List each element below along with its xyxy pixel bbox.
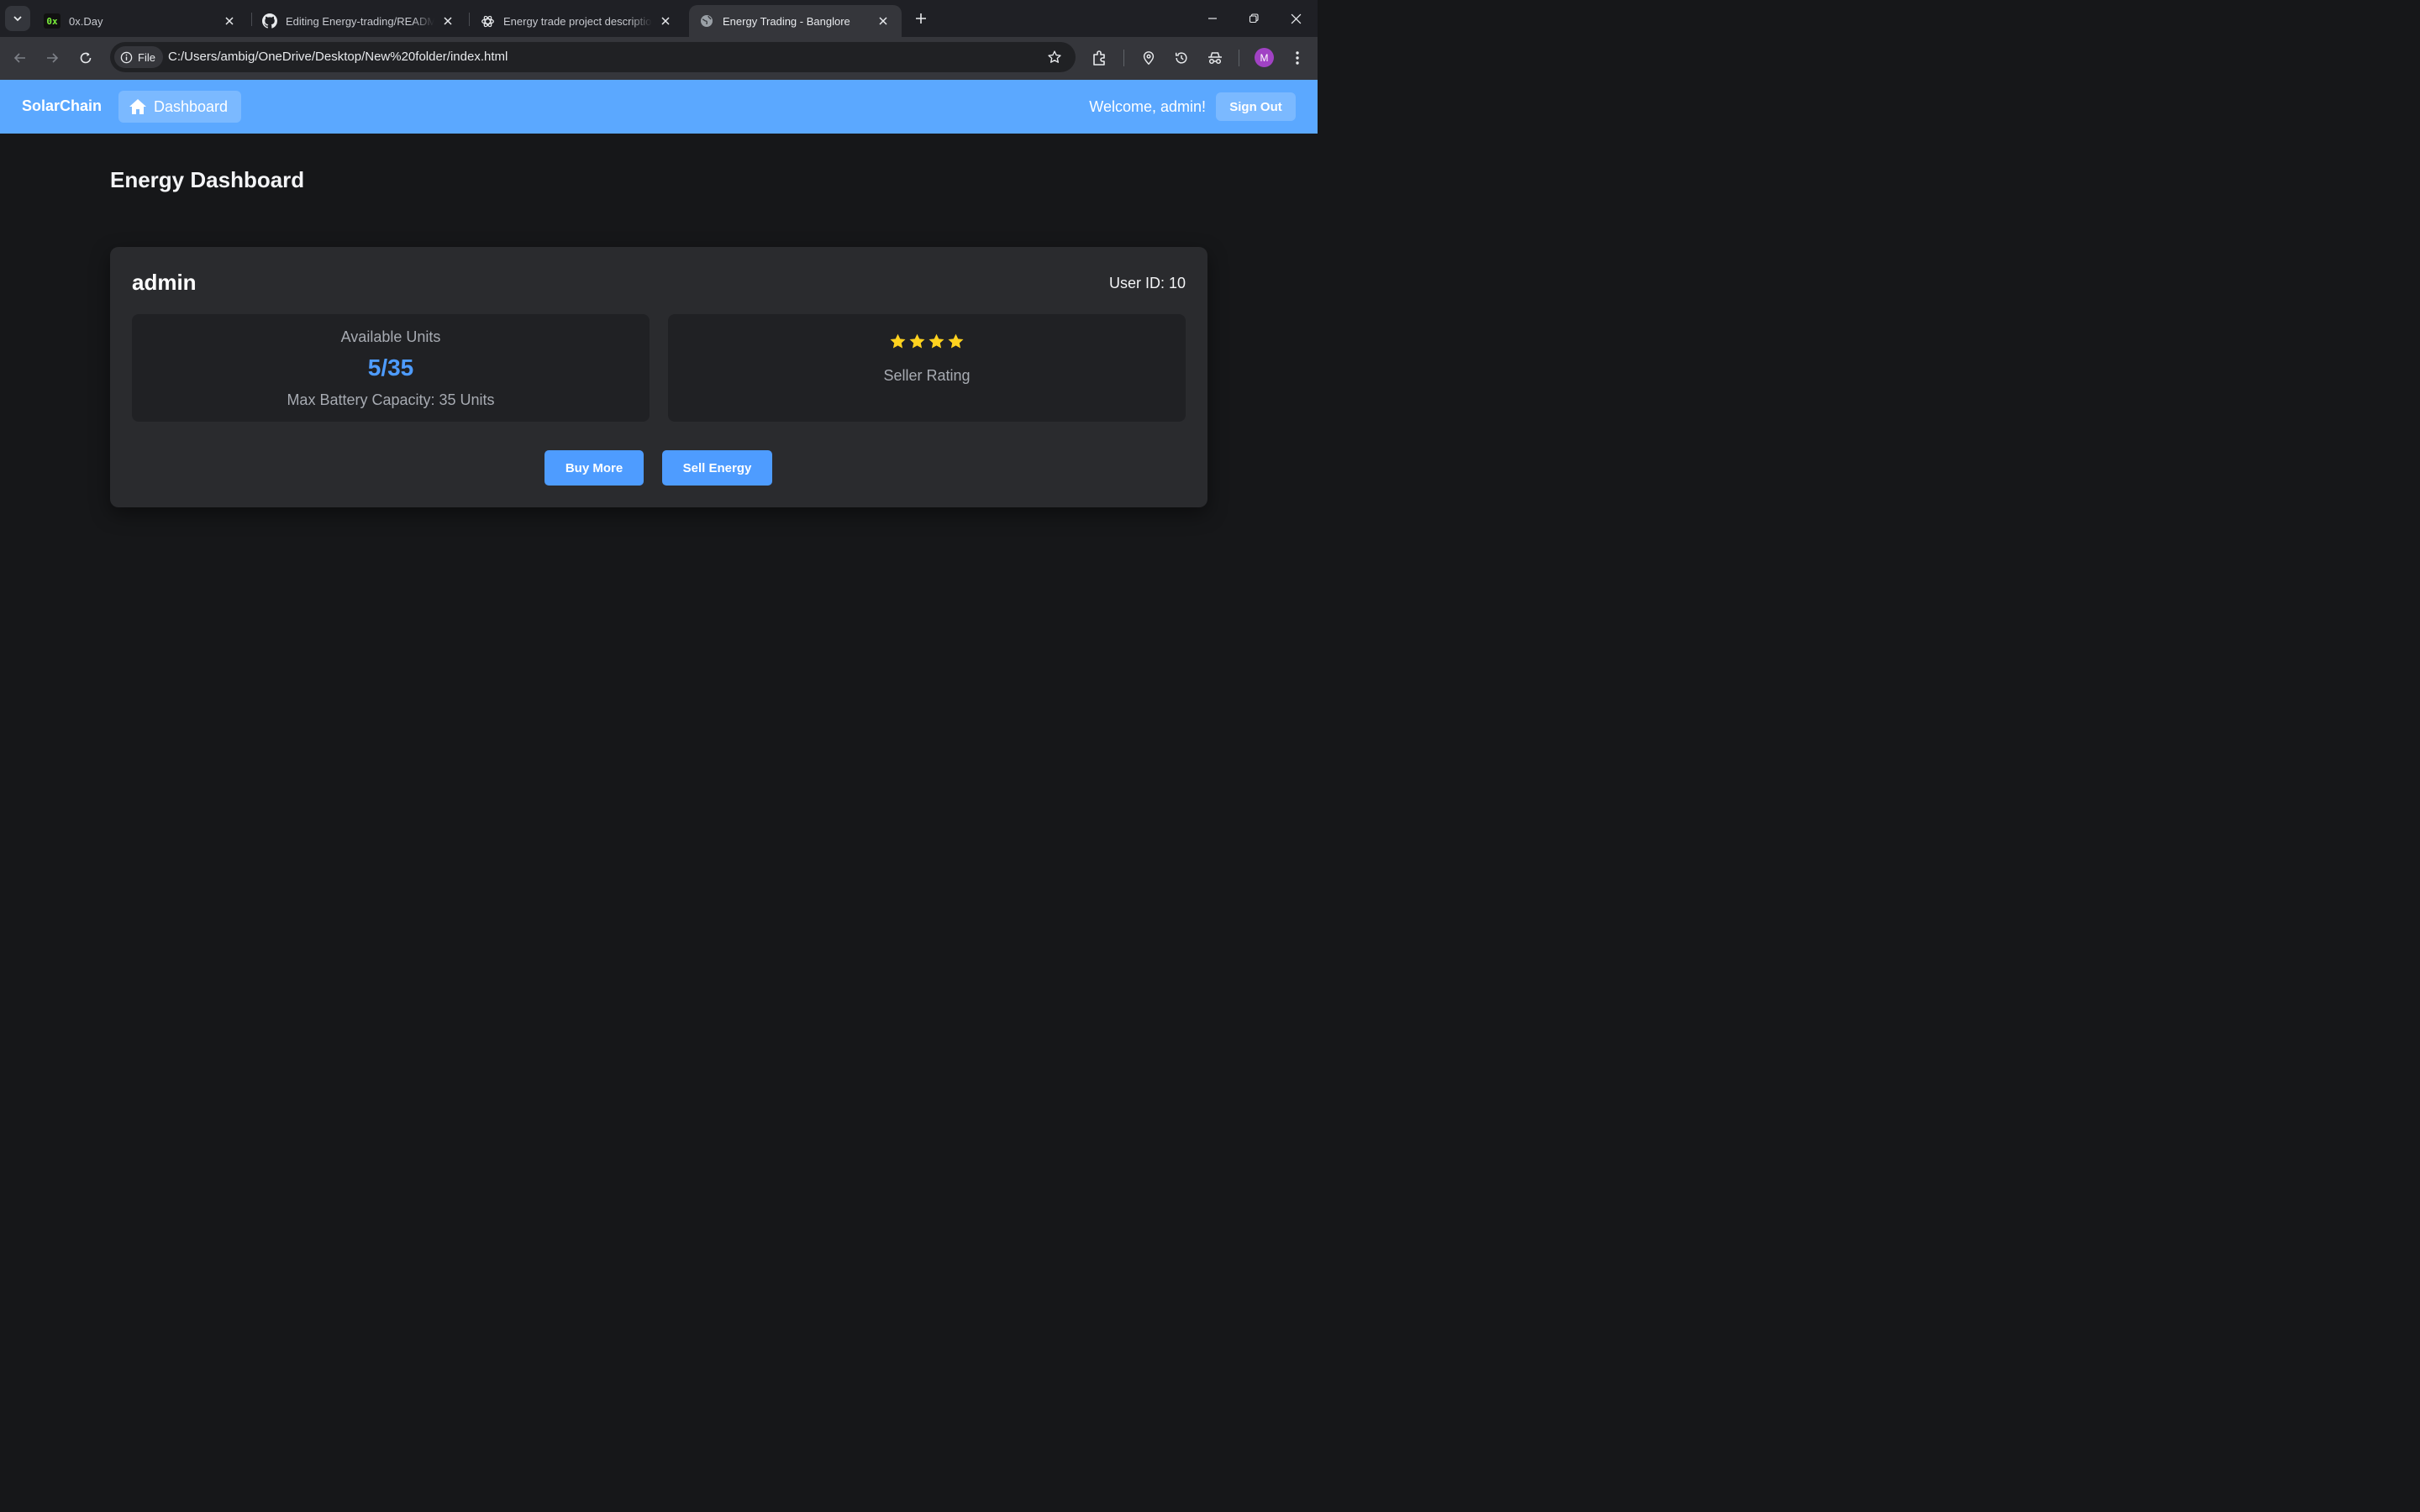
incognito-button[interactable] — [1205, 48, 1225, 68]
reload-icon — [80, 52, 92, 64]
chevron-down-icon — [13, 16, 22, 22]
browser-menu-button[interactable] — [1287, 48, 1307, 68]
star-icon — [948, 333, 964, 349]
sell-energy-button[interactable]: Sell Energy — [662, 450, 772, 486]
incognito-icon — [1208, 52, 1222, 65]
history-icon — [1175, 52, 1187, 64]
buy-more-button[interactable]: Buy More — [544, 450, 644, 486]
browser-toolbar: File C:/Users/ambig/OneDrive/Desktop/New… — [0, 37, 1318, 80]
sign-out-button[interactable]: Sign Out — [1216, 92, 1296, 121]
home-icon — [129, 98, 147, 115]
map-pin-icon — [1143, 51, 1155, 66]
info-icon — [120, 51, 133, 63]
address-bar[interactable]: File C:/Users/ambig/OneDrive/Desktop/New… — [110, 42, 1076, 72]
browser-tabstrip: 0x 0x.Day Editing Energy-trading/README.… — [0, 0, 1318, 37]
file-chip-label: File — [138, 50, 155, 64]
nav-dashboard-link[interactable]: Dashboard — [118, 91, 241, 123]
restore-icon — [1249, 13, 1259, 24]
welcome-message: Welcome, admin! — [1089, 98, 1206, 115]
nav-dashboard-label: Dashboard — [154, 97, 229, 115]
close-icon[interactable] — [439, 13, 456, 29]
github-icon — [262, 13, 277, 29]
available-units-value: 5/35 — [367, 354, 414, 381]
toolbar-separator — [1123, 50, 1124, 66]
battery-capacity: Max Battery Capacity: 35 Units — [287, 391, 495, 408]
close-icon[interactable] — [657, 13, 674, 29]
close-window-button[interactable] — [1276, 0, 1316, 37]
extensions-button[interactable] — [1090, 48, 1110, 68]
url-text[interactable]: C:/Users/ambig/OneDrive/Desktop/New%20fo… — [168, 50, 508, 64]
available-units-panel: Available Units 5/35 Max Battery Capacit… — [132, 314, 650, 422]
restore-button[interactable] — [1234, 0, 1274, 37]
arrow-right-icon — [47, 53, 59, 63]
minimize-button[interactable] — [1192, 0, 1233, 37]
reload-button[interactable] — [73, 45, 98, 71]
puzzle-icon — [1093, 50, 1105, 66]
user-card: admin User ID: 10 Available Units 5/35 M… — [110, 247, 1207, 507]
profile-avatar[interactable]: M — [1255, 48, 1274, 67]
username: admin — [132, 270, 197, 295]
tab-title: 0x.Day — [69, 14, 103, 28]
more-vertical-icon — [1296, 51, 1299, 65]
star-icon — [909, 333, 925, 349]
seller-rating-panel: Seller Rating — [668, 314, 1186, 422]
star-icon — [890, 333, 906, 349]
globe-icon — [699, 13, 714, 29]
bookmark-button[interactable] — [1045, 48, 1064, 66]
brand-logo[interactable]: SolarChain — [22, 97, 102, 115]
tab-0x-day[interactable]: 0x 0x.Day — [34, 5, 248, 37]
arrow-left-icon — [13, 53, 25, 63]
new-tab-button[interactable] — [909, 7, 933, 30]
close-icon — [1291, 13, 1301, 24]
available-units-label: Available Units — [340, 328, 441, 345]
seller-rating-label: Seller Rating — [883, 367, 971, 384]
location-extension-button[interactable] — [1139, 48, 1159, 68]
forward-button[interactable] — [39, 45, 65, 71]
tab-github-readme[interactable]: Editing Energy-trading/README.md — [252, 5, 466, 37]
0x-favicon: 0x — [44, 13, 60, 29]
rating-stars — [668, 333, 1186, 350]
tab-search-button[interactable] — [5, 6, 30, 31]
chatgpt-icon — [480, 13, 495, 29]
back-button[interactable] — [8, 45, 33, 71]
user-id: User ID: 10 — [1108, 275, 1186, 291]
tab-title: Energy trade project description — [503, 14, 652, 28]
plus-icon — [916, 13, 926, 24]
star-icon — [929, 333, 944, 349]
close-icon[interactable] — [221, 13, 238, 29]
star-outline-icon — [1048, 50, 1061, 63]
tab-chatgpt[interactable]: Energy trade project description — [470, 5, 684, 37]
site-info-chip[interactable]: File — [114, 46, 163, 68]
tab-energy-trading[interactable]: Energy Trading - Banglore — [689, 5, 902, 37]
tab-title: Energy Trading - Banglore — [723, 14, 850, 28]
page-title: Energy Dashboard — [110, 167, 305, 192]
app-navbar: SolarChain Dashboard Welcome, admin! Sig… — [0, 80, 1318, 134]
close-icon[interactable] — [875, 13, 892, 29]
history-button[interactable] — [1171, 48, 1192, 68]
tab-title: Editing Energy-trading/README.md — [286, 14, 434, 28]
minimize-icon — [1208, 18, 1217, 19]
